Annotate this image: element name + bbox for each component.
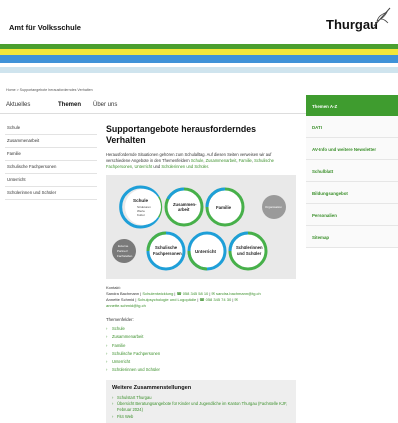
diagram-label-extern-1: Externe (118, 244, 129, 248)
intro-link-zusammenarbeit[interactable]: Zusammenarbeit (206, 158, 237, 163)
sidebar-nav: Schule Zusammenarbeit Familie Schulische… (5, 122, 97, 200)
rightnav-item-sitemap[interactable]: Sitemap (306, 226, 398, 248)
more-collections-box: Weitere Zusammenstellungen Schulstart Th… (106, 379, 296, 423)
contact-name-1: Sandra Bachmann (106, 291, 140, 296)
nav-tab-themen[interactable]: Themen (58, 102, 81, 108)
phone-icon: ☎ (199, 297, 205, 302)
diagram-label-unterricht: Unterricht (195, 249, 217, 254)
sidebar-item-unterricht[interactable]: Unterricht (5, 174, 97, 187)
sidebar-item-schule[interactable]: Schule (5, 122, 97, 135)
main-content: Supportangebote herausforderndes Verhalt… (106, 124, 296, 423)
intro-and: und (152, 164, 162, 169)
themen-diagram: Schule Strukturen Werte Kultur Zusammen-… (106, 175, 296, 279)
intro-end: . (207, 164, 210, 169)
themes-label: Themenfelder: (106, 317, 134, 322)
theme-link-fachpersonen[interactable]: Schulische Fachpersonen (106, 350, 296, 359)
mail-icon: ✉ (211, 291, 215, 296)
phone-icon: ☎ (176, 291, 182, 296)
more-collections-title: Weitere Zusammenstellungen (112, 384, 192, 391)
rightnav-item-bildungsangebot[interactable]: Bildungsangebot (306, 182, 398, 204)
theme-link-familie[interactable]: Familie (106, 342, 296, 351)
rightnav-item-dati[interactable]: DATI (306, 116, 398, 138)
more-collections-list: Schulstart Thurgau Übersicht Beratungsan… (112, 395, 290, 420)
intro-link-schueler[interactable]: Schülerinnen und Schüler (161, 164, 208, 169)
diagram-label-organisation: Organisation (265, 205, 282, 209)
themes-list: Schule Zusammenarbeit Familie Schulische… (106, 325, 296, 375)
color-stripe-blue (0, 55, 398, 63)
contact-phone-2[interactable]: 058 345 74 30 (206, 297, 232, 302)
diagram-label-fach-1: Schulische (155, 245, 178, 250)
themen-diagram-svg: Schule Strukturen Werte Kultur Zusammen-… (112, 185, 286, 271)
diagram-label-familie: Familie (216, 205, 232, 210)
intro-link-schule[interactable]: Schule (191, 158, 204, 163)
contact-role-1[interactable]: Schulentwicklung (142, 291, 173, 296)
theme-link-zusammenarbeit[interactable]: Zusammenarbeit (106, 333, 296, 342)
breadcrumb[interactable]: Home > Supportangebote herausforderndes … (6, 88, 93, 92)
color-stripe-lightblue (0, 67, 398, 73)
sidebar-item-zusammenarbeit[interactable]: Zusammenarbeit (5, 135, 97, 148)
page-header: Amt für Volksschule Thurgau (0, 0, 398, 44)
right-navigation: Themen A-Z DATI AV-Info und weitere News… (306, 95, 398, 248)
canton-emblem-icon[interactable] (372, 6, 392, 28)
nav-tab-aktuelles[interactable]: Aktuelles (6, 102, 30, 108)
diagram-label-extern-2: Partner/ (117, 249, 128, 253)
rightnav-item-themen-az[interactable]: Themen A-Z (306, 95, 398, 116)
rightnav-item-schulblatt[interactable]: Schulblatt (306, 160, 398, 182)
diagram-label-schueler-1: Schülerinnen (236, 245, 263, 250)
brand-logo-text[interactable]: Thurgau (326, 17, 378, 32)
more-link-beratungsangebote[interactable]: Übersicht Beratungsangebote für Kinder u… (112, 401, 290, 414)
rightnav-item-av-info[interactable]: AV-Info und weitere Newsletter (306, 138, 398, 160)
page-title: Supportangebote herausforderndes Verhalt… (106, 124, 257, 145)
theme-link-schueler[interactable]: Schülerinnen und Schüler (106, 366, 296, 375)
contact-block: Kontakt: Sandra Bachmann | Schulentwickl… (106, 285, 296, 309)
diagram-sub-kultur: Kultur (137, 213, 145, 217)
rightnav-item-personalien[interactable]: Personalien (306, 204, 398, 226)
mail-icon: ✉ (234, 297, 238, 302)
sidebar-item-familie[interactable]: Familie (5, 148, 97, 161)
department-name[interactable]: Amt für Volksschule (9, 23, 81, 32)
more-link-fit4web[interactable]: Fit4 Web (112, 414, 290, 421)
contact-email-1[interactable]: sandra.bachmann@tg.ch (216, 291, 261, 296)
intro-paragraph: Herausfordernde Situationen gehören zum … (106, 152, 296, 170)
intro-link-unterricht[interactable]: Unterricht (134, 164, 152, 169)
diagram-label-zusammenarbeit-2: arbeit (178, 207, 190, 212)
theme-link-schule[interactable]: Schule (106, 325, 296, 334)
contact-email-2[interactable]: annette.schmid@tg.ch (106, 303, 146, 308)
contact-name-2: Annette Schmid (106, 297, 135, 302)
contact-phone-1[interactable]: 058 345 58 10 (183, 291, 209, 296)
contact-role-2[interactable]: Schulpsychologie und Logopädie (138, 297, 197, 302)
contact-line-3: annette.schmid@tg.ch (106, 303, 296, 309)
intro-link-familie[interactable]: Familie (239, 158, 252, 163)
diagram-label-schule: Schule (133, 198, 149, 203)
diagram-label-extern-3: Fachstellen (117, 254, 133, 258)
diagram-label-fach-2: Fachpersonen (153, 251, 182, 256)
sidebar-item-schueler[interactable]: Schülerinnen und Schüler (5, 187, 97, 200)
nav-tab-ueber-uns[interactable]: Über uns (93, 102, 117, 108)
sidebar-item-fachpersonen[interactable]: Schulische Fachpersonen (5, 161, 97, 174)
diagram-label-schueler-2: und Schüler (237, 251, 262, 256)
theme-link-unterricht[interactable]: Unterricht (106, 358, 296, 367)
